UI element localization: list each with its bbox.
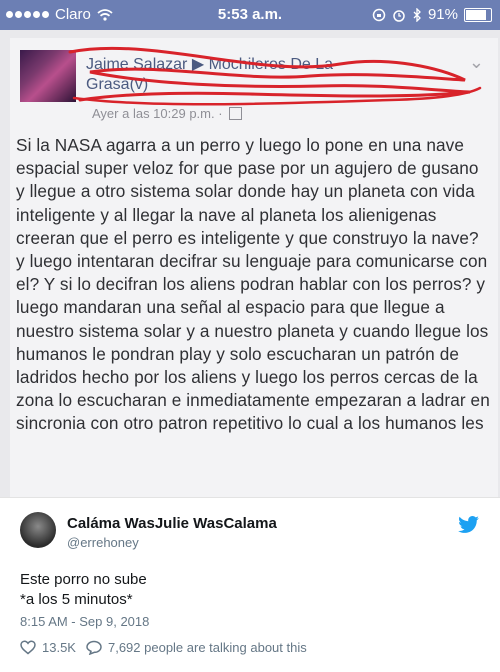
tweet-actions: 13.5K 7,692 people are talking about thi… — [20, 640, 307, 655]
status-bar: Claro 5:53 a.m. 91% — [0, 0, 500, 30]
tweet-handle[interactable]: @errehoney — [67, 535, 139, 550]
post-timestamp: Ayer a las 10:29 p.m. · — [92, 106, 223, 121]
post-body: Si la NASA agarra a un perro y luego lo … — [16, 135, 490, 434]
lock-rotation-icon — [372, 8, 386, 21]
avatar[interactable] — [20, 512, 56, 548]
tweet-text-line: *a los 5 minutos* — [20, 591, 133, 608]
red-scribble-redaction — [68, 46, 482, 106]
tweet-text-line: Este porro no sube — [20, 571, 147, 588]
tweet-display-name[interactable]: Caláma WasJulie WasCalama — [67, 515, 277, 532]
battery-icon — [464, 7, 492, 22]
chevron-down-icon[interactable]: ⌄ — [469, 52, 484, 73]
alarm-icon — [393, 9, 405, 22]
facebook-post: Jaime Salazar ▶ Mochileros De La Grasa(v… — [10, 38, 498, 497]
twitter-bird-icon[interactable] — [458, 516, 480, 534]
heart-icon[interactable] — [20, 640, 36, 655]
post-meta: Ayer a las 10:29 p.m. · — [92, 106, 242, 121]
bluetooth-icon — [413, 7, 421, 22]
like-count[interactable]: 13.5K — [42, 640, 76, 655]
tweet-card: Caláma WasJulie WasCalama @errehoney Est… — [0, 497, 500, 672]
talking-about-link[interactable]: 7,692 people are talking about this — [108, 640, 307, 655]
battery-percent: 91% — [427, 6, 458, 23]
comment-icon[interactable] — [86, 640, 102, 655]
facebook-screenshot: Claro 5:53 a.m. 91% Jaime Salazar ▶ Moch… — [0, 0, 500, 497]
globe-icon — [228, 107, 242, 120]
tweet-text: Este porro no sube *a los 5 minutos* — [20, 570, 147, 610]
tweet-timestamp[interactable]: 8:15 AM - Sep 9, 2018 — [20, 614, 149, 629]
